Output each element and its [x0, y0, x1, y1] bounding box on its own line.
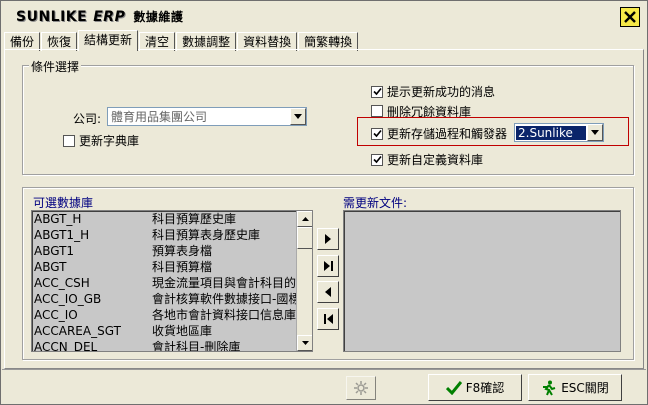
structure-update-panel: 條件選擇 公司: 體育用品集團公司 更新字典庫 提示更新成功的消息 刪除冗餘資料… — [4, 49, 644, 369]
checkbox-box[interactable] — [63, 134, 75, 147]
conditions-group-label: 條件選擇 — [29, 58, 82, 75]
procedure-option-value: 2.Sunlike — [516, 125, 586, 140]
list-item[interactable]: ABGT1_H 科目預算表身歷史庫 — [32, 227, 312, 243]
list-item[interactable]: ACCAREA_SGT 收貨地區庫 — [32, 323, 312, 339]
gear-icon — [354, 381, 368, 395]
update-procedures-checkbox[interactable]: 更新存儲過程和觸發器 — [371, 125, 507, 142]
available-db-label: 可選數據庫 — [33, 196, 94, 210]
conditions-group: 條件選擇 公司: 體育用品集團公司 更新字典庫 提示更新成功的消息 刪除冗餘資料… — [22, 58, 634, 175]
list-item[interactable]: ABGT_H 科目預算歷史庫 — [32, 211, 312, 227]
checkmark-icon — [372, 129, 382, 138]
list-item[interactable]: ACC_IO_GB 會計核算軟件數據接口-國標 — [32, 291, 312, 307]
update-files-list[interactable] — [343, 210, 621, 352]
erp-window: SUNLIKE ERP 數據維護 備份 恢復 結構更新 清空 數據調整 資料替換 簡… — [0, 0, 648, 405]
delete-redundant-checkbox[interactable]: 刪除冗餘資料庫 — [371, 105, 471, 117]
checkbox-box[interactable] — [371, 153, 383, 166]
company-dropdown-button[interactable] — [290, 108, 306, 125]
brand-erp: ERP — [93, 9, 126, 25]
move-right-button[interactable] — [317, 228, 339, 250]
company-value: 體育用品集團公司 — [111, 110, 208, 124]
checkbox-box[interactable] — [371, 85, 383, 98]
chevron-up-icon — [301, 217, 309, 221]
checkmark-icon — [445, 380, 462, 395]
scroll-thumb[interactable] — [297, 227, 312, 249]
scroll-up-button[interactable] — [297, 211, 312, 227]
list-item[interactable]: ABGT 科目預算檔 — [32, 259, 312, 275]
update-dictionary-label: 更新字典庫 — [79, 134, 140, 148]
checkbox-box[interactable] — [371, 127, 383, 140]
move-all-right-button[interactable] — [317, 255, 339, 277]
update-files-label: 需更新文件: — [343, 196, 408, 210]
show-success-msg-checkbox[interactable]: 提示更新成功的消息 — [371, 83, 495, 100]
scroll-down-button[interactable] — [297, 335, 312, 351]
list-item[interactable]: ACC_CSH 現金流量項目與會計科目的 — [32, 275, 312, 291]
settings-button[interactable] — [346, 376, 376, 400]
arrow-left-icon — [325, 287, 331, 297]
confirm-label: F8確認 — [465, 381, 505, 395]
company-label: 公司: — [73, 112, 102, 126]
title-bar: SUNLIKE ERP 數據維護 — [2, 2, 646, 30]
list-item[interactable]: ACC_IO 各地市會計資料接口信息庫 — [32, 307, 312, 323]
chevron-down-icon — [294, 114, 302, 119]
arrow-right-icon — [325, 234, 331, 244]
confirm-button[interactable]: F8確認 — [428, 374, 522, 401]
checkmark-icon — [372, 87, 382, 96]
delete-redundant-label: 刪除冗餘資料庫 — [387, 105, 472, 117]
exit-person-icon — [543, 380, 556, 396]
list-item[interactable]: ACCN_DEL 會計科目-刪除庫 — [32, 339, 312, 351]
esc-close-button[interactable]: ESC關閉 — [528, 374, 622, 401]
procedure-option-select[interactable]: 2.Sunlike — [514, 123, 604, 142]
update-procedures-label: 更新存儲過程和觸發器 — [387, 127, 508, 141]
footer-bar: F8確認 ESC關閉 — [2, 369, 646, 404]
window-title: 數據維護 — [133, 10, 184, 24]
close-button[interactable] — [620, 7, 640, 27]
checkmark-icon — [372, 155, 382, 164]
brand-name: SUNLIKE — [16, 9, 88, 25]
close-icon — [624, 11, 636, 23]
list-scrollbar[interactable] — [296, 211, 312, 351]
arrow-right-end-icon — [323, 261, 333, 271]
update-custom-db-checkbox[interactable]: 更新自定義資料庫 — [371, 151, 483, 168]
list-item[interactable]: ABGT1 預算表身檔 — [32, 243, 312, 259]
move-all-left-button[interactable] — [317, 308, 339, 330]
tab-strip: 備份 恢復 結構更新 清空 數據調整 資料替換 簡繁轉換 — [4, 30, 359, 51]
move-left-button[interactable] — [317, 281, 339, 303]
update-dictionary-checkbox[interactable]: 更新字典庫 — [63, 132, 139, 149]
available-db-list[interactable]: ABGT_H 科目預算歷史庫 ABGT1_H 科目預算表身歷史庫 ABGT1 預算表身… — [31, 210, 313, 352]
arrow-left-end-icon — [323, 314, 333, 324]
esc-close-label: ESC關閉 — [561, 381, 609, 395]
tab-structure-update[interactable]: 結構更新 — [78, 30, 139, 51]
checkbox-box[interactable] — [371, 105, 383, 117]
app-brand: SUNLIKE ERP 數據維護 — [16, 8, 183, 25]
chevron-down-icon — [301, 341, 309, 345]
chevron-down-icon — [591, 130, 599, 135]
show-success-msg-label: 提示更新成功的消息 — [387, 85, 496, 99]
update-custom-db-label: 更新自定義資料庫 — [387, 153, 484, 167]
company-select[interactable]: 體育用品集團公司 — [107, 107, 307, 126]
procedure-dropdown-button[interactable] — [587, 124, 603, 141]
